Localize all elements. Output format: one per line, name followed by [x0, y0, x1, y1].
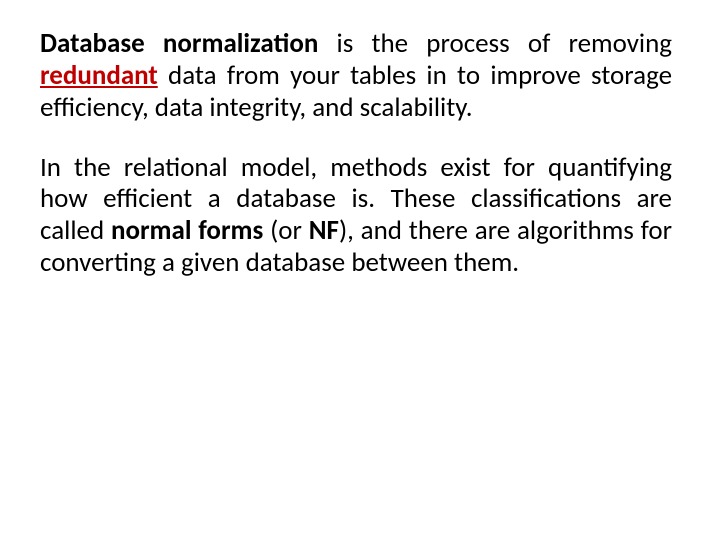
term-normal-forms: normal forms	[111, 214, 263, 247]
term-nf: NF	[309, 214, 339, 247]
term-redundant: redundant	[40, 59, 158, 92]
p1-text-1: is the process of removing	[318, 27, 672, 60]
paragraph-1: Database normalization is the process of…	[40, 28, 672, 124]
term-database-normalization: Database normalization	[40, 27, 318, 60]
p2-text-2: (or	[263, 214, 308, 247]
slide: Database normalization is the process of…	[0, 0, 720, 540]
paragraph-2: In the relational model, methods exist f…	[40, 152, 672, 279]
